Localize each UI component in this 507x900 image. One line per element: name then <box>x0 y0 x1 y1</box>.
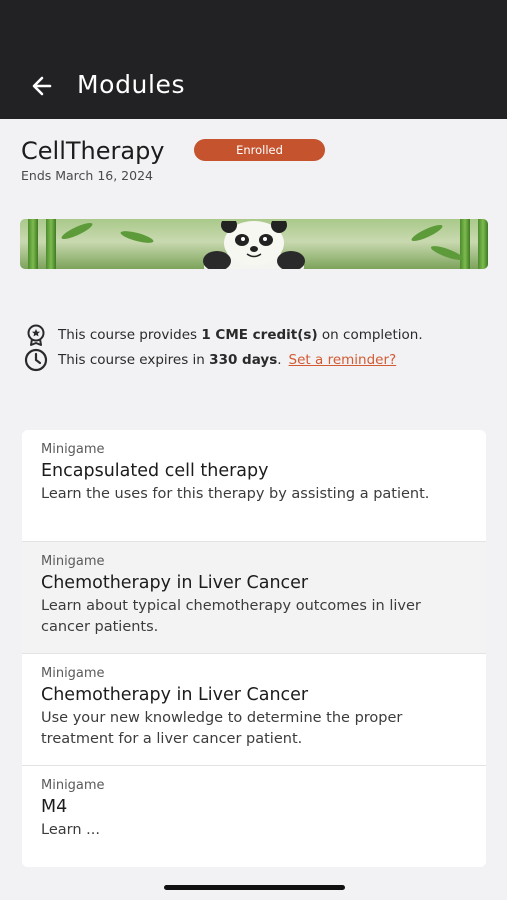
enrolled-badge: Enrolled <box>194 139 325 161</box>
module-kind: Minigame <box>41 778 105 793</box>
back-button[interactable] <box>28 72 56 100</box>
module-card[interactable]: Minigame Chemotherapy in Liver Cancer Le… <box>22 542 486 654</box>
module-description: Learn ... <box>41 822 100 838</box>
expiry-text-prefix: This course expires in <box>58 352 210 368</box>
app-bar: Modules <box>0 0 507 119</box>
module-description: Learn about typical chemotherapy outcome… <box>41 598 421 635</box>
credit-text-suffix: on completion. <box>317 327 423 343</box>
module-card[interactable]: Minigame Encapsulated cell therapy Learn… <box>22 430 486 542</box>
module-title: Chemotherapy in Liver Cancer <box>41 573 309 593</box>
module-card[interactable]: Minigame Chemotherapy in Liver Cancer Us… <box>22 654 486 766</box>
expiry-info: This course expires in 330 days. Set a re… <box>24 348 396 372</box>
clock-icon <box>24 348 48 372</box>
course-title: CellTherapy <box>21 137 165 165</box>
panda-illustration <box>203 221 305 269</box>
page-title: Modules <box>77 70 186 99</box>
module-kind: Minigame <box>41 554 105 569</box>
credit-text-prefix: This course provides <box>58 327 202 343</box>
set-reminder-link[interactable]: Set a reminder? <box>289 352 397 368</box>
home-indicator[interactable] <box>164 885 345 890</box>
module-kind: Minigame <box>41 442 105 457</box>
module-title: Encapsulated cell therapy <box>41 461 269 481</box>
module-kind: Minigame <box>41 666 105 681</box>
credit-amount: 1 CME credit(s) <box>201 327 318 343</box>
module-title: Chemotherapy in Liver Cancer <box>41 685 309 705</box>
module-description: Use your new knowledge to determine the … <box>41 710 403 747</box>
award-icon <box>27 324 45 346</box>
arrow-left-icon <box>32 76 52 96</box>
cme-credit-info: This course provides 1 CME credit(s) on … <box>24 323 423 347</box>
module-card[interactable]: Minigame M4 Learn ... <box>22 766 486 867</box>
expiry-text-suffix: . <box>277 352 282 368</box>
expiry-days: 330 days <box>209 352 278 368</box>
course-end-date: Ends March 16, 2024 <box>21 168 153 183</box>
course-banner-image <box>20 219 488 269</box>
module-list: Minigame Encapsulated cell therapy Learn… <box>22 430 486 867</box>
module-title: M4 <box>41 797 68 817</box>
module-description: Learn the uses for this therapy by assis… <box>41 486 430 502</box>
